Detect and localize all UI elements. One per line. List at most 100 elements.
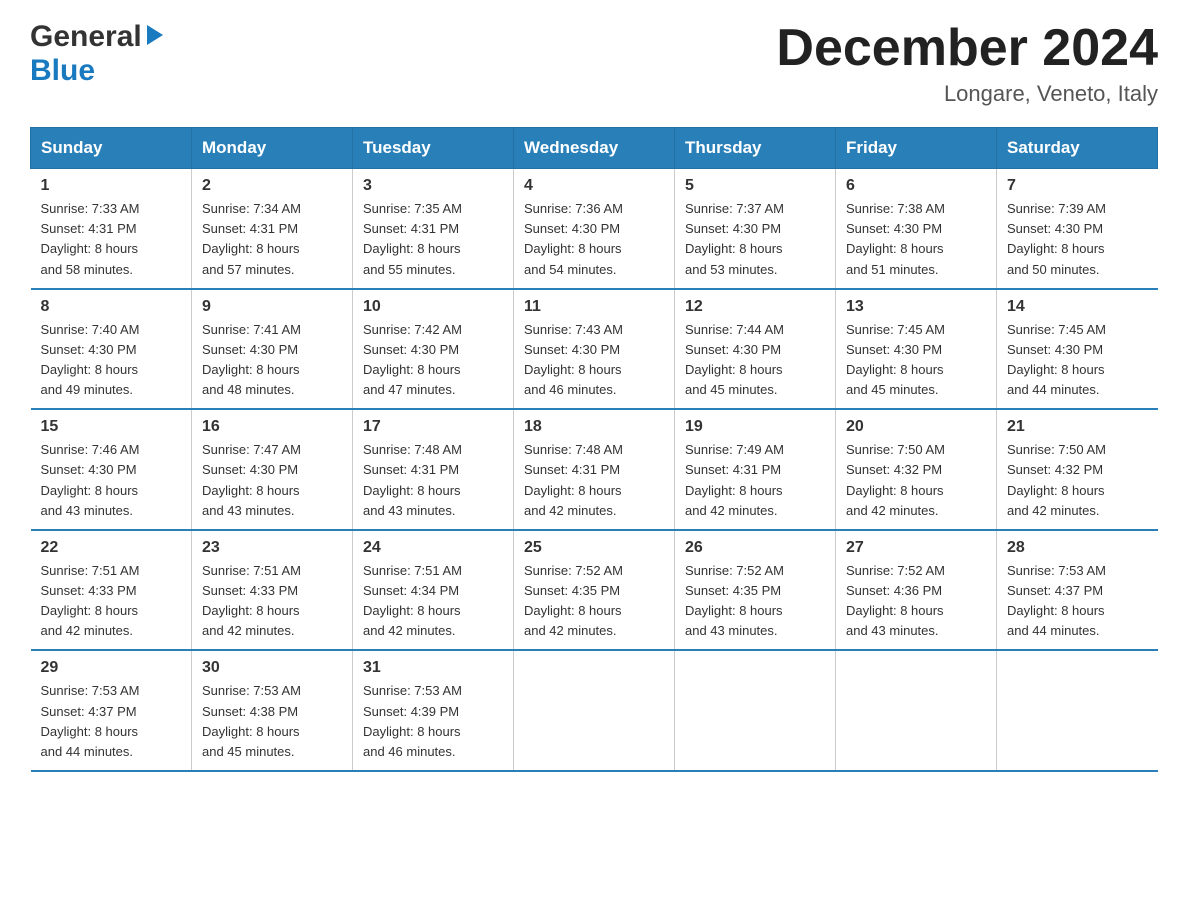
day-number: 21 [1007,418,1148,436]
weekday-header-monday: Monday [192,128,353,169]
location-text: Longare, Veneto, Italy [776,81,1158,107]
day-number: 18 [524,418,664,436]
day-number: 24 [363,539,503,557]
weekday-header-wednesday: Wednesday [514,128,675,169]
day-cell: 20 Sunrise: 7:50 AMSunset: 4:32 PMDayligh… [836,409,997,530]
day-number: 29 [41,659,182,677]
day-info: Sunrise: 7:50 AMSunset: 4:32 PMDaylight:… [846,440,986,521]
day-cell: 5 Sunrise: 7:37 AMSunset: 4:30 PMDaylight… [675,169,836,289]
day-info: Sunrise: 7:42 AMSunset: 4:30 PMDaylight:… [363,320,503,401]
day-number: 14 [1007,298,1148,316]
day-number: 17 [363,418,503,436]
day-info: Sunrise: 7:35 AMSunset: 4:31 PMDaylight:… [363,199,503,280]
day-cell: 25 Sunrise: 7:52 AMSunset: 4:35 PMDayligh… [514,530,675,651]
day-cell: 9 Sunrise: 7:41 AMSunset: 4:30 PMDaylight… [192,289,353,410]
day-cell: 14Sunrise: 7:45 AMSunset: 4:30 PMDayligh… [997,289,1158,410]
day-info: Sunrise: 7:52 AMSunset: 4:35 PMDaylight:… [524,561,664,642]
week-row-5: 29 Sunrise: 7:53 AMSunset: 4:37 PMDayligh… [31,650,1158,771]
day-info: Sunrise: 7:37 AMSunset: 4:30 PMDaylight:… [685,199,825,280]
day-cell [836,650,997,771]
day-info: Sunrise: 7:39 AMSunset: 4:30 PMDaylight:… [1007,199,1148,280]
day-info: Sunrise: 7:33 AMSunset: 4:31 PMDaylight:… [41,199,182,280]
day-number: 3 [363,177,503,195]
week-row-4: 22 Sunrise: 7:51 AMSunset: 4:33 PMDayligh… [31,530,1158,651]
day-number: 31 [363,659,503,677]
day-info: Sunrise: 7:48 AMSunset: 4:31 PMDaylight:… [363,440,503,521]
day-info: Sunrise: 7:53 AMSunset: 4:38 PMDaylight:… [202,681,342,762]
logo: General Blue [30,20,163,88]
day-info: Sunrise: 7:49 AMSunset: 4:31 PMDaylight:… [685,440,825,521]
day-info: Sunrise: 7:44 AMSunset: 4:30 PMDaylight:… [685,320,825,401]
weekday-header-friday: Friday [836,128,997,169]
day-cell: 12 Sunrise: 7:44 AMSunset: 4:30 PMDayligh… [675,289,836,410]
weekday-header-row: SundayMondayTuesdayWednesdayThursdayFrid… [31,128,1158,169]
week-row-1: 1 Sunrise: 7:33 AMSunset: 4:31 PMDaylight… [31,169,1158,289]
day-info: Sunrise: 7:48 AMSunset: 4:31 PMDaylight:… [524,440,664,521]
day-cell: 24 Sunrise: 7:51 AMSunset: 4:34 PMDayligh… [353,530,514,651]
weekday-header-sunday: Sunday [31,128,192,169]
logo-general-text: General [30,20,142,54]
day-number: 23 [202,539,342,557]
day-cell: 13Sunrise: 7:45 AMSunset: 4:30 PMDayligh… [836,289,997,410]
day-number: 26 [685,539,825,557]
day-info: Sunrise: 7:53 AMSunset: 4:39 PMDaylight:… [363,681,503,762]
day-number: 8 [41,298,182,316]
day-number: 4 [524,177,664,195]
logo-arrow-icon [147,25,163,45]
day-cell: 4 Sunrise: 7:36 AMSunset: 4:30 PMDaylight… [514,169,675,289]
day-number: 12 [685,298,825,316]
day-number: 7 [1007,177,1148,195]
day-number: 9 [202,298,342,316]
day-number: 28 [1007,539,1148,557]
day-cell: 23 Sunrise: 7:51 AMSunset: 4:33 PMDayligh… [192,530,353,651]
day-cell: 22Sunrise: 7:51 AMSunset: 4:33 PMDayligh… [31,530,192,651]
day-cell: 31 Sunrise: 7:53 AMSunset: 4:39 PMDayligh… [353,650,514,771]
day-cell: 28 Sunrise: 7:53 AMSunset: 4:37 PMDayligh… [997,530,1158,651]
week-row-2: 8 Sunrise: 7:40 AMSunset: 4:30 PMDaylight… [31,289,1158,410]
day-cell: 10 Sunrise: 7:42 AMSunset: 4:30 PMDayligh… [353,289,514,410]
day-info: Sunrise: 7:36 AMSunset: 4:30 PMDaylight:… [524,199,664,280]
day-number: 15 [41,418,182,436]
day-info: Sunrise: 7:41 AMSunset: 4:30 PMDaylight:… [202,320,342,401]
day-cell: 19 Sunrise: 7:49 AMSunset: 4:31 PMDayligh… [675,409,836,530]
day-cell: 27Sunrise: 7:52 AMSunset: 4:36 PMDayligh… [836,530,997,651]
day-info: Sunrise: 7:53 AMSunset: 4:37 PMDaylight:… [1007,561,1148,642]
day-info: Sunrise: 7:51 AMSunset: 4:33 PMDaylight:… [202,561,342,642]
day-number: 16 [202,418,342,436]
day-number: 22 [41,539,182,557]
day-cell: 21Sunrise: 7:50 AMSunset: 4:32 PMDayligh… [997,409,1158,530]
day-cell: 26Sunrise: 7:52 AMSunset: 4:35 PMDayligh… [675,530,836,651]
week-row-3: 15 Sunrise: 7:46 AMSunset: 4:30 PMDayligh… [31,409,1158,530]
day-info: Sunrise: 7:34 AMSunset: 4:31 PMDaylight:… [202,199,342,280]
day-cell: 18 Sunrise: 7:48 AMSunset: 4:31 PMDayligh… [514,409,675,530]
weekday-header-tuesday: Tuesday [353,128,514,169]
day-cell: 6 Sunrise: 7:38 AMSunset: 4:30 PMDaylight… [836,169,997,289]
day-number: 19 [685,418,825,436]
title-block: December 2024 Longare, Veneto, Italy [776,20,1158,107]
day-info: Sunrise: 7:47 AMSunset: 4:30 PMDaylight:… [202,440,342,521]
day-info: Sunrise: 7:45 AMSunset: 4:30 PMDaylight:… [846,320,986,401]
day-info: Sunrise: 7:40 AMSunset: 4:30 PMDaylight:… [41,320,182,401]
day-info: Sunrise: 7:53 AMSunset: 4:37 PMDaylight:… [41,681,182,762]
day-cell: 29 Sunrise: 7:53 AMSunset: 4:37 PMDayligh… [31,650,192,771]
day-cell: 17 Sunrise: 7:48 AMSunset: 4:31 PMDayligh… [353,409,514,530]
day-number: 2 [202,177,342,195]
day-info: Sunrise: 7:46 AMSunset: 4:30 PMDaylight:… [41,440,182,521]
day-cell: 1 Sunrise: 7:33 AMSunset: 4:31 PMDaylight… [31,169,192,289]
calendar-table: SundayMondayTuesdayWednesdayThursdayFrid… [30,127,1158,772]
day-number: 5 [685,177,825,195]
day-cell: 8 Sunrise: 7:40 AMSunset: 4:30 PMDaylight… [31,289,192,410]
day-cell: 2 Sunrise: 7:34 AMSunset: 4:31 PMDaylight… [192,169,353,289]
day-number: 1 [41,177,182,195]
day-number: 20 [846,418,986,436]
day-cell: 11Sunrise: 7:43 AMSunset: 4:30 PMDayligh… [514,289,675,410]
day-number: 30 [202,659,342,677]
day-number: 25 [524,539,664,557]
day-cell: 30 Sunrise: 7:53 AMSunset: 4:38 PMDayligh… [192,650,353,771]
day-number: 11 [524,298,664,316]
page-header: General Blue December 2024 Longare, Vene… [30,20,1158,107]
day-info: Sunrise: 7:38 AMSunset: 4:30 PMDaylight:… [846,199,986,280]
day-info: Sunrise: 7:51 AMSunset: 4:34 PMDaylight:… [363,561,503,642]
day-number: 6 [846,177,986,195]
day-number: 10 [363,298,503,316]
